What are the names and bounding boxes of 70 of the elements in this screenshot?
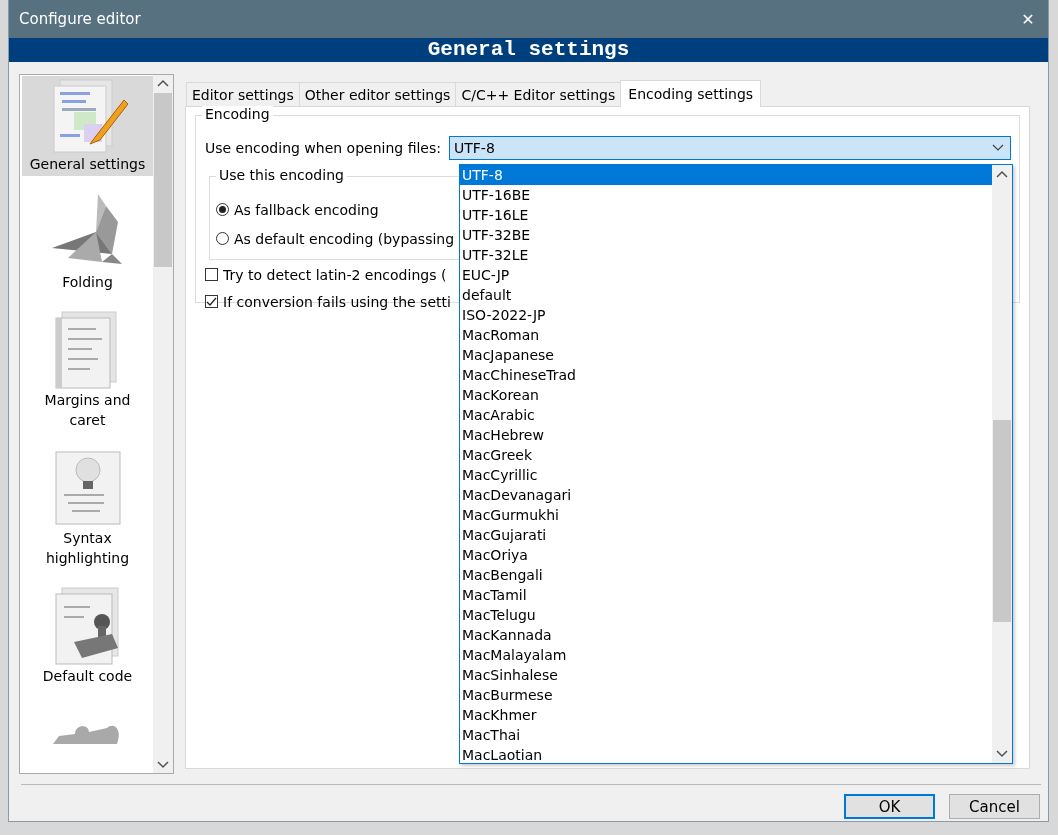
field-label: Use encoding when opening files: (205, 140, 441, 156)
dropdown-option[interactable]: default (460, 285, 992, 305)
tab[interactable]: Encoding settings (620, 80, 762, 107)
sidebar-item[interactable]: Syntax highlighting (22, 446, 153, 570)
sidebar-label: Margins and caret (43, 391, 132, 430)
dropdown-option[interactable]: UTF-32LE (460, 245, 992, 265)
dropdown-option[interactable]: MacKannada (460, 625, 992, 645)
sidebar-label: General settings (28, 155, 147, 174)
sidebar-item[interactable]: General settings (22, 76, 153, 176)
dropdown-option[interactable]: EUC-JP (460, 265, 992, 285)
dropdown-option[interactable]: MacChineseTrad (460, 365, 992, 385)
dropdown-option[interactable]: ISO-2022-JP (460, 305, 992, 325)
radio-button[interactable] (216, 203, 229, 216)
scroll-down-icon[interactable] (996, 750, 1008, 758)
tab[interactable]: Editor settings (186, 82, 300, 106)
dropdown-option[interactable]: MacOriya (460, 545, 992, 565)
dropdown-option[interactable]: MacRoman (460, 325, 992, 345)
radio-label: As fallback encoding (234, 201, 379, 218)
scrollbar[interactable] (992, 165, 1012, 763)
scroll-up-icon[interactable] (157, 79, 169, 87)
dropdown-option[interactable]: MacTelugu (460, 605, 992, 625)
radio-button[interactable] (216, 232, 229, 245)
radio-label: As default encoding (bypassing (234, 230, 455, 247)
checkbox-label: Try to detect latin-2 encodings ( (223, 266, 447, 283)
dropdown-option[interactable]: MacSinhalese (460, 665, 992, 685)
dropdown-option[interactable]: MacLaotian (460, 745, 992, 765)
dropdown-option[interactable]: MacKhmer (460, 705, 992, 725)
dropdown-option[interactable]: MacGreek (460, 445, 992, 465)
tab[interactable]: Other editor settings (298, 82, 457, 106)
dropdown-option[interactable]: MacTamil (460, 585, 992, 605)
tab[interactable]: C/C++ Editor settings (455, 82, 622, 106)
checkbox-label: If conversion fails using the setti (223, 293, 451, 310)
dropdown-option[interactable]: UTF-8 (460, 165, 992, 185)
dropdown-option[interactable]: UTF-32BE (460, 225, 992, 245)
sidebar-item[interactable]: Default code (22, 584, 153, 688)
dropdown-option[interactable]: MacGurmukhi (460, 505, 992, 525)
dropdown-option[interactable]: MacKorean (460, 385, 992, 405)
checkbox[interactable] (205, 268, 218, 281)
close-button[interactable]: ✕ (1008, 0, 1048, 38)
checkbox[interactable] (205, 295, 218, 308)
dialog-button[interactable]: OK (844, 794, 935, 819)
section-header: General settings (9, 38, 1048, 62)
window-title: Configure editor (19, 10, 141, 28)
scrollbar-thumb[interactable] (154, 93, 172, 267)
group-title: Encoding (202, 106, 273, 122)
scrollbar-thumb[interactable] (993, 420, 1011, 622)
sidebar-item[interactable]: Folding (22, 190, 153, 294)
sidebar-label: Syntax highlighting (44, 529, 131, 568)
dialog-button[interactable]: Cancel (949, 794, 1040, 819)
encoding-dropdown[interactable]: UTF-8 (449, 136, 1011, 160)
sidebar-label: Default code (41, 667, 134, 686)
sidebar-item[interactable]: Margins and caret (22, 308, 153, 432)
scroll-down-icon[interactable] (157, 761, 169, 769)
scrollbar[interactable] (153, 75, 173, 773)
dropdown-option[interactable]: MacBengali (460, 565, 992, 585)
dropdown-option[interactable]: MacThai (460, 725, 992, 745)
dropdown-option[interactable]: MacGujarati (460, 525, 992, 545)
sidebar-label: Folding (61, 273, 114, 292)
dropdown-option[interactable]: MacMalayalam (460, 645, 992, 665)
scroll-up-icon[interactable] (996, 170, 1008, 178)
dropdown-option[interactable]: MacArabic (460, 405, 992, 425)
dropdown-option[interactable]: MacJapanese (460, 345, 992, 365)
chevron-down-icon (992, 144, 1004, 152)
dropdown-option[interactable]: MacHebrew (460, 425, 992, 445)
dropdown-option[interactable]: MacDevanagari (460, 485, 992, 505)
dropdown-option[interactable]: UTF-16LE (460, 205, 992, 225)
dropdown-option[interactable]: MacCyrillic (460, 465, 992, 485)
dropdown-option[interactable]: MacBurmese (460, 685, 992, 705)
group-title: Use this encoding (216, 167, 347, 183)
dropdown-option[interactable]: UTF-16BE (460, 185, 992, 205)
